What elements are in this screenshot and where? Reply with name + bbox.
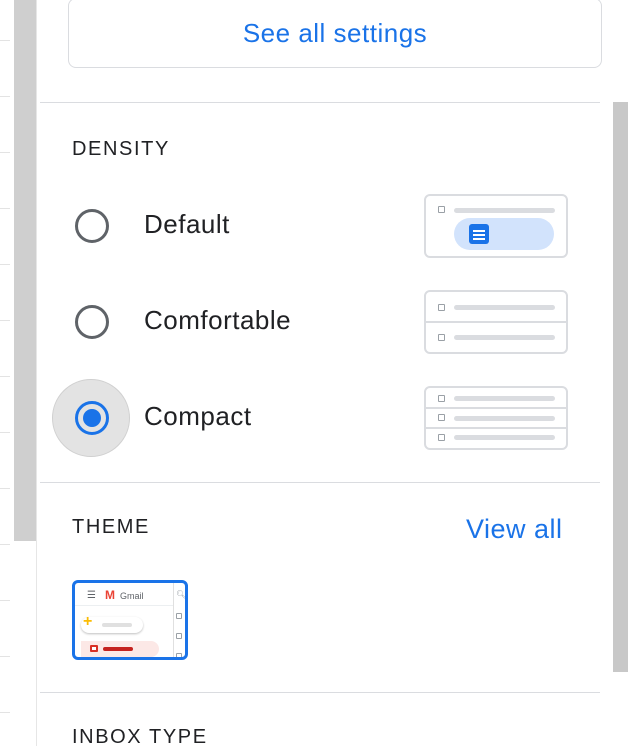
preview-line — [454, 208, 555, 213]
checkbox-icon — [176, 653, 182, 657]
preview-separator — [426, 321, 566, 323]
settings-scrollbar-thumb[interactable] — [613, 102, 628, 672]
panel-border — [36, 0, 37, 746]
background-page-edge — [0, 0, 14, 746]
density-option-label: Comfortable — [144, 305, 292, 335]
see-all-settings-button[interactable]: See all settings — [68, 0, 602, 68]
theme-view-all-link[interactable]: View all — [466, 514, 563, 545]
gmail-logo-icon: M — [105, 588, 115, 602]
preview-inbox-text — [103, 647, 133, 651]
density-option-label: Default — [144, 209, 230, 239]
menu-icon: ☰ — [87, 590, 96, 601]
theme-section-title: THEME — [72, 516, 150, 538]
checkbox-icon — [438, 206, 445, 213]
document-icon — [469, 224, 489, 244]
divider — [40, 482, 600, 483]
density-option-label: Compact — [144, 401, 252, 431]
checkbox-icon — [438, 334, 445, 341]
preview-line — [454, 335, 555, 340]
checkbox-icon — [438, 304, 445, 311]
checkbox-icon — [438, 434, 445, 441]
preview-sidebar-divider — [173, 583, 174, 657]
radio-unchecked-icon[interactable] — [75, 305, 109, 339]
checkbox-icon — [176, 633, 182, 639]
radio-checked-icon[interactable] — [75, 401, 109, 435]
inbox-icon — [90, 645, 98, 652]
search-icon: 🔍︎ — [176, 590, 187, 599]
divider — [40, 692, 600, 693]
preview-line — [454, 396, 555, 401]
checkbox-icon — [438, 395, 445, 402]
preview-compose-text — [102, 623, 132, 627]
preview-highlight — [454, 218, 554, 250]
radio-unchecked-icon[interactable] — [75, 209, 109, 243]
theme-thumbnail-default[interactable]: ☰ M Gmail 🔍︎ + — [72, 580, 188, 660]
checkbox-icon — [438, 414, 445, 421]
preview-separator — [426, 407, 566, 409]
density-section-title: DENSITY — [72, 138, 170, 160]
preview-line — [454, 416, 555, 421]
theme-app-name: Gmail — [120, 591, 144, 601]
preview-line — [454, 435, 555, 440]
divider — [40, 102, 600, 103]
preview-line — [454, 305, 555, 310]
background-scrollbar[interactable] — [14, 0, 36, 541]
checkbox-icon — [176, 613, 182, 619]
preview-separator — [426, 427, 566, 429]
compose-plus-icon: + — [83, 613, 93, 630]
density-preview-compact — [424, 386, 568, 450]
density-preview-default — [424, 194, 568, 258]
density-preview-comfortable — [424, 290, 568, 354]
preview-header-line — [75, 605, 173, 606]
